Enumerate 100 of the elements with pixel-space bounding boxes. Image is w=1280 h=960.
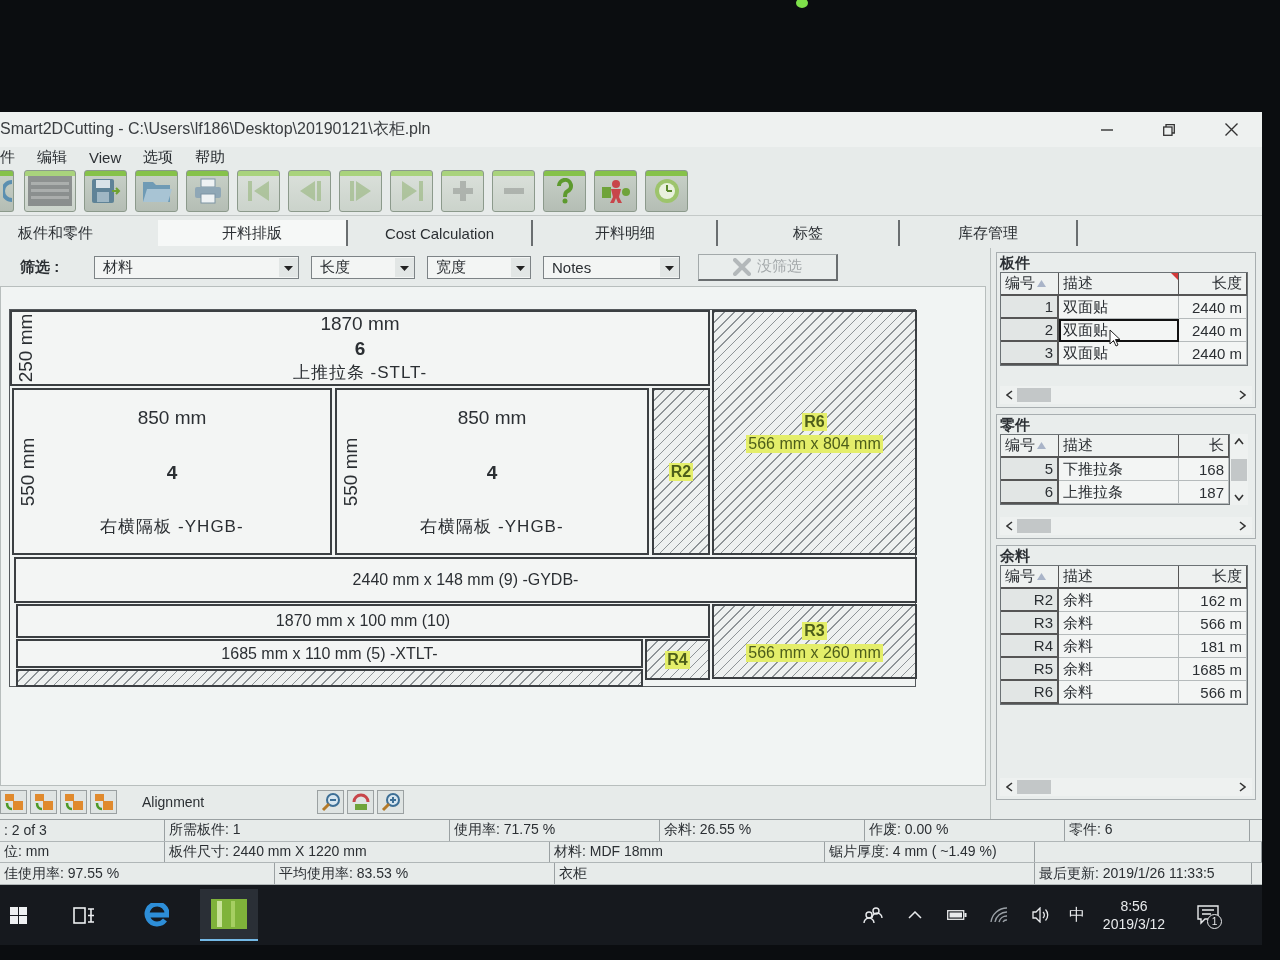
scrollbar-thumb[interactable]	[1017, 780, 1051, 794]
table-cell[interactable]: 2440 m	[1179, 296, 1247, 319]
arrange-button[interactable]	[30, 790, 57, 814]
column-header[interactable]: 编号	[1001, 273, 1059, 296]
row-header[interactable]: 1	[1001, 296, 1059, 319]
scroll-left-icon[interactable]	[1006, 390, 1013, 400]
row-header[interactable]: 6	[1001, 481, 1059, 504]
arrange-button[interactable]	[60, 790, 87, 814]
table-cell[interactable]: 余料	[1059, 658, 1179, 681]
scrollbar-thumb[interactable]	[1231, 458, 1247, 481]
table-cell[interactable]: 181 m	[1179, 635, 1247, 658]
toolbar-button[interactable]	[0, 170, 14, 212]
open-button[interactable]	[135, 170, 178, 212]
arrange-button[interactable]	[0, 790, 27, 814]
stacked-boxes-icon	[93, 793, 114, 811]
dropdown[interactable]: 宽度	[427, 255, 531, 279]
status-field: 锯片厚度: 4 mm ( ~1.49 %)	[825, 841, 1035, 863]
scroll-left-icon[interactable]	[1006, 782, 1013, 792]
scroll-up-icon[interactable]	[1234, 438, 1244, 445]
scroll-down-icon[interactable]	[1234, 494, 1244, 501]
row-header[interactable]: 3	[1001, 342, 1059, 365]
table-cell[interactable]: 566 m	[1179, 681, 1247, 704]
tool-button[interactable]	[594, 170, 637, 212]
zoom-in-button[interactable]	[377, 790, 404, 814]
magnet-button[interactable]	[347, 790, 374, 814]
scrollbar-thumb[interactable]	[1017, 388, 1051, 402]
skip-to-start-icon	[246, 180, 271, 202]
menu-item[interactable]: View	[89, 148, 122, 166]
table-cell[interactable]: 162 m	[1179, 589, 1247, 612]
column-header[interactable]: 编号	[1001, 566, 1059, 589]
scroll-right-icon[interactable]	[1239, 390, 1246, 400]
column-header[interactable]: 描述	[1059, 273, 1179, 296]
scroll-right-icon[interactable]	[1239, 782, 1246, 792]
horizontal-scrollbar[interactable]	[1000, 386, 1252, 404]
horizontal-scrollbar[interactable]	[1000, 778, 1252, 796]
menu-item[interactable]: 帮助	[195, 147, 226, 167]
table-cell[interactable]: 余料	[1059, 589, 1179, 612]
figure-icon	[600, 178, 631, 204]
vertical-scrollbar[interactable]	[1230, 434, 1248, 505]
table-cell[interactable]: 2440 m	[1179, 342, 1247, 365]
table-cell[interactable]: 187	[1179, 481, 1229, 504]
app-button[interactable]	[200, 889, 258, 941]
scroll-left-icon[interactable]	[1006, 521, 1013, 531]
menu-item[interactable]: 选项	[143, 147, 174, 167]
clock-button[interactable]	[645, 170, 688, 212]
tab[interactable]: 板件和零件	[0, 220, 158, 246]
horizontal-scrollbar[interactable]	[1000, 517, 1252, 535]
dropdown[interactable]: 材料	[94, 255, 299, 279]
column-header[interactable]: 长	[1179, 435, 1229, 458]
group-title: 余料	[1000, 546, 1030, 565]
tab[interactable]: Cost Calculation	[348, 220, 533, 246]
table-cell[interactable]: 下推拉条	[1059, 458, 1179, 481]
tab[interactable]: 开料排版	[158, 220, 348, 246]
menu-item[interactable]: 件	[0, 147, 15, 167]
row-header[interactable]: R2	[1001, 589, 1059, 612]
table-cell[interactable]: 1685 m	[1179, 658, 1247, 681]
table-cell[interactable]: 余料	[1059, 681, 1179, 704]
column-header[interactable]: 描述	[1059, 435, 1179, 458]
tab[interactable]: 库存管理	[900, 220, 1078, 246]
table-cell[interactable]: 双面贴	[1059, 296, 1179, 319]
table-cell[interactable]: 2440 m	[1179, 319, 1247, 342]
row-header[interactable]: R3	[1001, 612, 1059, 635]
tab[interactable]: 标签	[718, 220, 900, 246]
table-cell[interactable]: 168	[1179, 458, 1229, 481]
windows-logo-icon	[9, 906, 27, 924]
arrange-button[interactable]	[90, 790, 117, 814]
menu-item[interactable]: 编辑	[37, 147, 67, 167]
row-header[interactable]: 5	[1001, 458, 1059, 481]
row-header[interactable]: R5	[1001, 658, 1059, 681]
clock-button[interactable]: 8:56 2019/3/12	[1092, 897, 1176, 933]
stacked-boxes-icon	[33, 793, 54, 811]
column-header[interactable]: 长度	[1179, 566, 1247, 589]
sort-arrow-icon	[1037, 280, 1046, 287]
column-header[interactable]: 描述	[1059, 566, 1179, 589]
notification-button[interactable]: 1	[1188, 895, 1228, 935]
row-header[interactable]: 2	[1001, 319, 1059, 342]
table-cell[interactable]: 上推拉条	[1059, 481, 1179, 504]
print-button[interactable]	[186, 170, 229, 212]
column-header[interactable]: 编号	[1001, 435, 1059, 458]
table-cell[interactable]: 余料	[1059, 612, 1179, 635]
camera-light-icon	[796, 0, 808, 8]
tab[interactable]: 开料明细	[533, 220, 718, 246]
arc-icon	[3, 180, 13, 202]
table-cell[interactable]: 余料	[1059, 635, 1179, 658]
zoom-out-button[interactable]	[317, 790, 344, 814]
column-header[interactable]: 长度	[1179, 273, 1247, 296]
input-method-indicator[interactable]: 中	[1062, 904, 1092, 926]
scroll-right-icon[interactable]	[1239, 521, 1246, 531]
table-cell[interactable]: 566 m	[1179, 612, 1247, 635]
dropdown[interactable]: 长度	[311, 255, 415, 279]
row-header[interactable]: R6	[1001, 681, 1059, 704]
save-button[interactable]	[84, 170, 127, 212]
status-field: 所需板件: 1	[165, 820, 450, 841]
row-header[interactable]: R4	[1001, 635, 1059, 658]
magnet-icon	[350, 793, 371, 811]
help-button[interactable]	[543, 170, 586, 212]
table-cell[interactable]: 双面贴	[1059, 319, 1179, 342]
status-field: 材料: MDF 18mm	[550, 841, 825, 863]
dropdown[interactable]: Notes	[543, 255, 680, 279]
scrollbar-thumb[interactable]	[1017, 519, 1051, 533]
